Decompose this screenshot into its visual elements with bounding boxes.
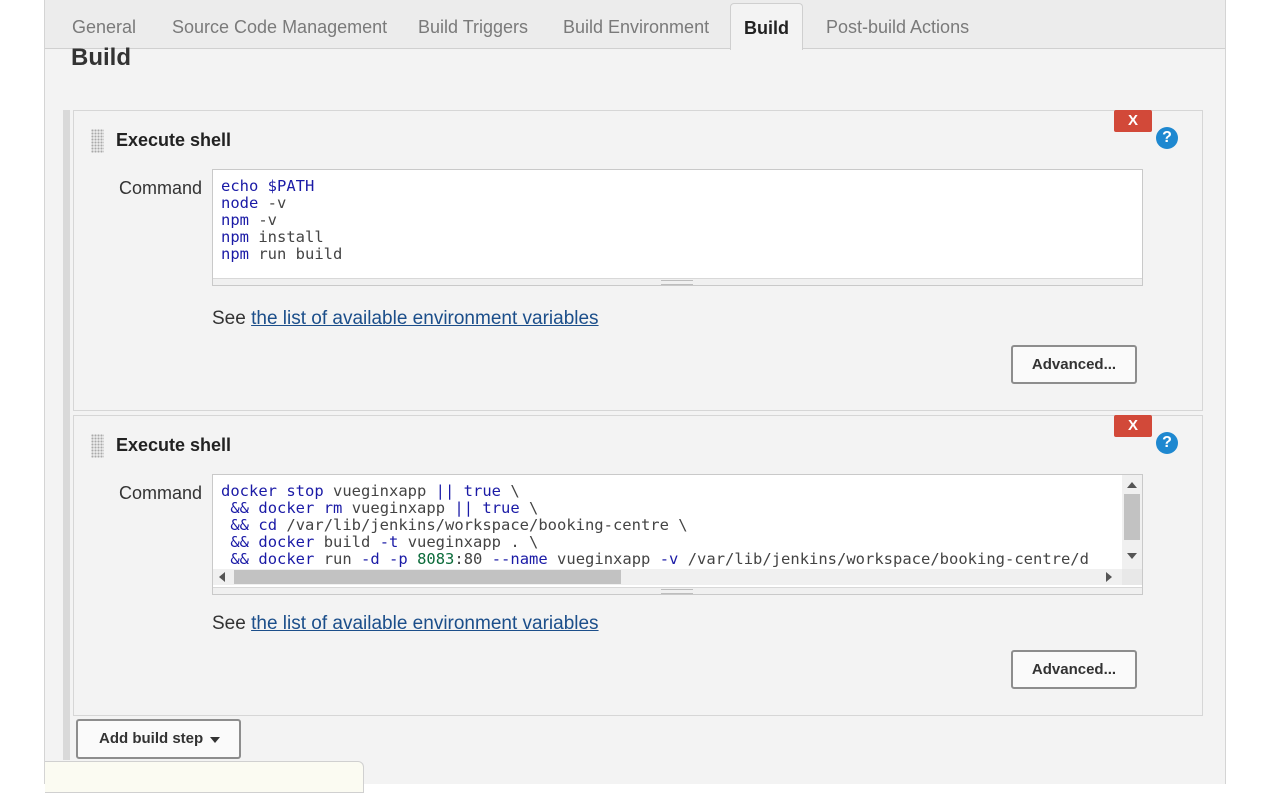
scroll-up-arrow-icon[interactable] bbox=[1127, 482, 1137, 488]
tab-general[interactable]: General bbox=[72, 0, 136, 48]
tab-build[interactable]: Build bbox=[730, 3, 803, 50]
help-icon[interactable]: ? bbox=[1156, 127, 1178, 149]
build-step-execute-shell-2: Execute shell X ? Command docker stop vu… bbox=[73, 415, 1203, 716]
code-line-5: && docker run -d -p 8083:80 --name vuegi… bbox=[230, 550, 1089, 568]
add-build-step-label: Add build step bbox=[99, 730, 204, 747]
job-config-panel: General Source Code Management Build Tri… bbox=[44, 0, 1226, 793]
env-vars-link[interactable]: the list of available environment variab… bbox=[251, 308, 598, 329]
scroll-left-arrow-icon[interactable] bbox=[219, 572, 225, 582]
code-line-1: echo $PATH bbox=[221, 177, 315, 195]
add-build-step-button[interactable]: Add build step bbox=[76, 719, 241, 759]
horizontal-scrollbar[interactable] bbox=[213, 569, 1122, 585]
scrollbar-corner bbox=[1122, 569, 1142, 585]
scroll-right-arrow-icon[interactable] bbox=[1106, 572, 1112, 582]
caret-down-icon bbox=[210, 737, 220, 743]
command-label: Command bbox=[119, 178, 203, 198]
code-line-4: npm install bbox=[221, 228, 324, 246]
config-tabbar: General Source Code Management Build Tri… bbox=[45, 0, 1225, 50]
code-line-5: npm run build bbox=[221, 245, 343, 263]
code-line-2: node -v bbox=[221, 194, 287, 212]
see-prefix: See bbox=[212, 613, 246, 634]
delete-step-button[interactable]: X bbox=[1114, 415, 1152, 437]
horizontal-scroll-thumb[interactable] bbox=[234, 570, 621, 584]
section-title: Build bbox=[71, 44, 131, 71]
command-label: Command bbox=[119, 483, 203, 503]
env-vars-link[interactable]: the list of available environment variab… bbox=[251, 613, 598, 634]
command-textarea[interactable]: docker stop vueginxapp || true \ && dock… bbox=[212, 474, 1143, 595]
tab-build-environment[interactable]: Build Environment bbox=[563, 0, 709, 48]
scroll-down-arrow-icon[interactable] bbox=[1127, 553, 1137, 559]
code-line-4: && docker build -t vueginxapp . \ bbox=[230, 533, 539, 551]
bottom-save-bar bbox=[45, 761, 364, 793]
vertical-scrollbar[interactable] bbox=[1122, 475, 1142, 569]
code-line-3: npm -v bbox=[221, 211, 277, 229]
code-viewport: docker stop vueginxapp || true \ && dock… bbox=[213, 475, 1122, 569]
help-icon[interactable]: ? bbox=[1156, 432, 1178, 454]
tab-source-code-management[interactable]: Source Code Management bbox=[172, 0, 387, 48]
textarea-resize-handle[interactable] bbox=[213, 587, 1142, 594]
env-vars-hint: See the list of available environment va… bbox=[212, 308, 599, 330]
code-line-2: && docker rm vueginxapp || true \ bbox=[230, 499, 539, 517]
step-title: Execute shell bbox=[116, 435, 232, 455]
vertical-scroll-thumb[interactable] bbox=[1124, 494, 1140, 540]
drag-handle-icon[interactable] bbox=[91, 129, 104, 153]
code-line-1: docker stop vueginxapp || true \ bbox=[221, 482, 520, 500]
env-vars-hint: See the list of available environment va… bbox=[212, 613, 599, 635]
tab-build-triggers[interactable]: Build Triggers bbox=[418, 0, 528, 48]
step-title: Execute shell bbox=[116, 130, 232, 150]
command-textarea[interactable]: echo $PATH node -v npm -v npm install np… bbox=[212, 169, 1143, 286]
advanced-button[interactable]: Advanced... bbox=[1011, 650, 1137, 689]
command-code: echo $PATH node -v npm -v npm install np… bbox=[213, 170, 1142, 271]
command-code: docker stop vueginxapp || true \ && dock… bbox=[213, 475, 1122, 569]
resize-grip-icon bbox=[661, 589, 693, 594]
section-indent-bar bbox=[63, 110, 70, 760]
textarea-resize-handle[interactable] bbox=[213, 278, 1142, 285]
see-prefix: See bbox=[212, 308, 246, 329]
resize-grip-icon bbox=[661, 280, 693, 285]
build-step-execute-shell-1: Execute shell X ? Command echo $PATH nod… bbox=[73, 110, 1203, 411]
tab-post-build-actions[interactable]: Post-build Actions bbox=[826, 0, 969, 48]
delete-step-button[interactable]: X bbox=[1114, 110, 1152, 132]
advanced-button[interactable]: Advanced... bbox=[1011, 345, 1137, 384]
code-line-3: && cd /var/lib/jenkins/workspace/booking… bbox=[230, 516, 688, 534]
drag-handle-icon[interactable] bbox=[91, 434, 104, 458]
